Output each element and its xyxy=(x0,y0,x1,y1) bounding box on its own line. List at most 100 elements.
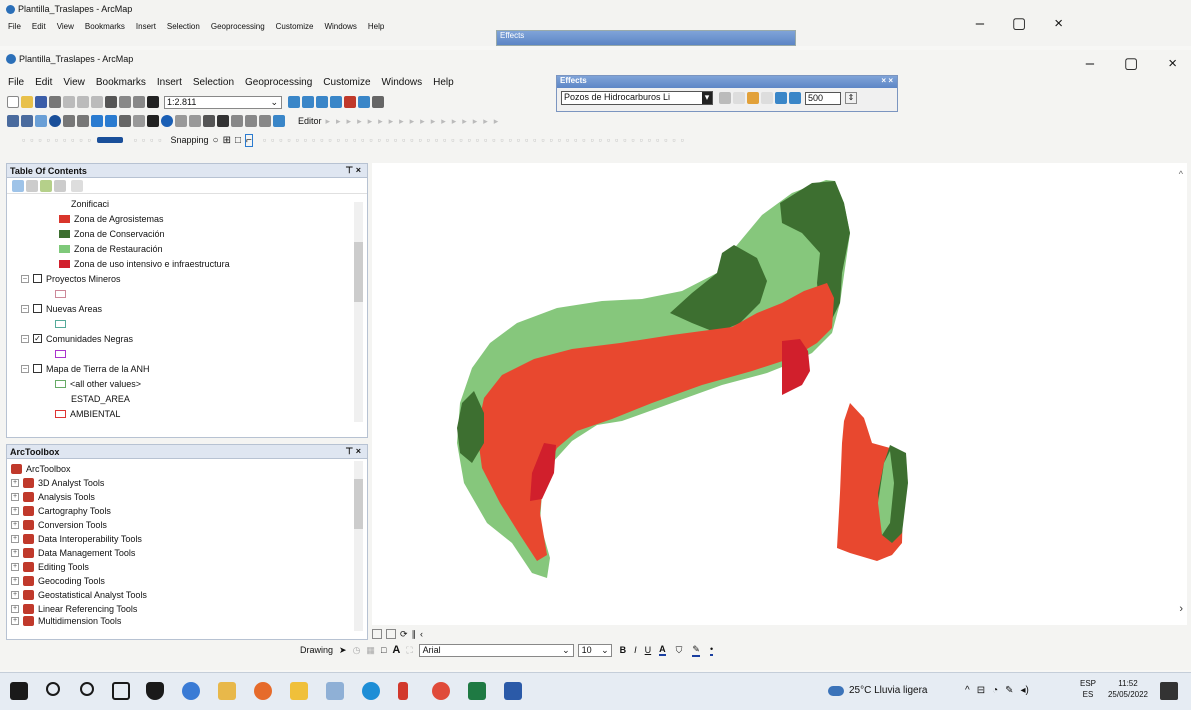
scroll-left-icon[interactable]: ‹ xyxy=(420,629,423,639)
zoom-to-selected-icon[interactable]: ▦ xyxy=(366,645,375,656)
back-menu-customize[interactable]: Customize xyxy=(276,22,314,31)
select-elements-icon[interactable] xyxy=(147,115,159,127)
collapse-icon[interactable]: – xyxy=(21,274,29,283)
tool-geostatistical[interactable]: + Geostatistical Analyst Tools xyxy=(11,588,367,602)
italic-button[interactable]: I xyxy=(634,645,637,655)
map-view[interactable]: ^ › xyxy=(372,163,1187,625)
cortana-icon[interactable] xyxy=(80,682,94,696)
add-data-icon[interactable] xyxy=(147,96,159,108)
open-icon[interactable] xyxy=(21,96,33,108)
new-icon[interactable] xyxy=(7,96,19,108)
minimize-button[interactable]: – xyxy=(1086,55,1094,72)
find-route-icon[interactable] xyxy=(231,115,243,127)
data-view-icon[interactable] xyxy=(372,629,382,639)
bold-button[interactable]: B xyxy=(620,645,627,655)
collapse-icon[interactable]: – xyxy=(21,334,29,343)
snap-vertex-icon[interactable]: □ xyxy=(235,135,241,146)
back-menu-insert[interactable]: Insert xyxy=(136,22,156,31)
layout-view-icon[interactable] xyxy=(386,629,396,639)
back-menu-file[interactable]: File xyxy=(8,22,21,31)
text-icon[interactable]: A xyxy=(392,644,400,656)
effects-layer-select[interactable]: Pozos de Hidrocarburos Li ▾ xyxy=(561,91,713,105)
tool-conversion[interactable]: + Conversion Tools xyxy=(11,518,367,532)
underline-button[interactable]: U xyxy=(645,645,652,655)
pin-close-icon[interactable]: ⊤ × xyxy=(345,165,361,176)
collapse-icon[interactable]: – xyxy=(21,304,29,313)
expand-icon[interactable]: + xyxy=(11,577,19,585)
font-size-select[interactable]: 10 ⌄ xyxy=(577,643,612,657)
tool-multidimension[interactable]: + Multidimension Tools xyxy=(11,616,367,626)
font-select[interactable]: Arial ⌄ xyxy=(418,643,574,657)
layer-proyectos-mineros[interactable]: – Proyectos Mineros xyxy=(21,271,367,286)
menu-view[interactable]: View xyxy=(63,77,85,88)
editor-menu[interactable]: Editor xyxy=(298,116,322,126)
scroll-thumb[interactable] xyxy=(354,479,363,529)
tool-linear-referencing[interactable]: + Linear Referencing Tools xyxy=(11,602,367,616)
find-icon[interactable] xyxy=(217,115,229,127)
edge-icon[interactable] xyxy=(362,682,380,700)
back-maximize-button[interactable]: ▢ xyxy=(1012,14,1026,32)
chevron-right-icon[interactable]: › xyxy=(1179,603,1183,615)
expand-icon[interactable]: + xyxy=(11,493,19,501)
search-window-icon[interactable] xyxy=(330,96,342,108)
tool-analysis[interactable]: + Analysis Tools xyxy=(11,490,367,504)
menu-windows[interactable]: Windows xyxy=(382,77,423,88)
chevron-up-icon[interactable]: ^ xyxy=(965,685,970,696)
hyperlink-icon[interactable] xyxy=(175,115,187,127)
back-extent-icon[interactable] xyxy=(91,115,103,127)
back-minimize-button[interactable]: – xyxy=(976,15,984,32)
tool-3d-analyst[interactable]: +3D Analyst Tools xyxy=(11,476,367,490)
back-menu-geoprocessing[interactable]: Geoprocessing xyxy=(211,22,265,31)
adjust-transparency-icon[interactable] xyxy=(719,92,731,104)
tool-data-management[interactable]: + Data Management Tools xyxy=(11,546,367,560)
expand-icon[interactable]: + xyxy=(11,563,19,571)
marker-color-icon[interactable]: • xyxy=(709,644,714,656)
flicker-icon[interactable] xyxy=(761,92,773,104)
python-icon[interactable] xyxy=(358,96,370,108)
flicker-rate-input[interactable]: 500 xyxy=(805,91,841,105)
word-icon[interactable] xyxy=(504,682,522,700)
clear-selection-icon[interactable] xyxy=(133,115,145,127)
toolbox-scrollbar[interactable] xyxy=(354,461,363,631)
tool-cartography[interactable]: + Cartography Tools xyxy=(11,504,367,518)
layer-checkbox[interactable] xyxy=(33,304,42,313)
layer-checkbox-checked[interactable]: ✓ xyxy=(33,334,42,343)
layer-comunidades-negras[interactable]: – ✓ Comunidades Negras xyxy=(21,331,367,346)
back-close-button[interactable]: × xyxy=(1054,15,1063,32)
clock[interactable]: 11:52 25/05/2022 xyxy=(1106,678,1150,700)
scale-combobox[interactable]: 1:2.811 ⌄ xyxy=(164,95,282,109)
expand-icon[interactable]: + xyxy=(11,617,19,625)
menu-bookmarks[interactable]: Bookmarks xyxy=(96,77,146,88)
table-icon[interactable] xyxy=(302,96,314,108)
expand-icon[interactable]: + xyxy=(11,535,19,543)
menu-edit[interactable]: Edit xyxy=(35,77,52,88)
layer-nuevas-areas[interactable]: – Nuevas Areas xyxy=(21,301,367,316)
brightness-icon[interactable] xyxy=(775,92,787,104)
expand-icon[interactable]: + xyxy=(11,549,19,557)
zoom-out-icon[interactable] xyxy=(21,115,33,127)
rotate-icon[interactable]: ◷ xyxy=(353,645,361,656)
fixed-zoom-out-icon[interactable] xyxy=(77,115,89,127)
print-icon[interactable] xyxy=(49,96,61,108)
snap-end-icon[interactable]: ⊞ xyxy=(223,135,231,146)
pdf-icon[interactable] xyxy=(398,682,408,700)
menu-geoprocessing[interactable]: Geoprocessing xyxy=(245,77,312,88)
menu-insert[interactable]: Insert xyxy=(157,77,182,88)
html-popup-icon[interactable] xyxy=(189,115,201,127)
scroll-thumb[interactable] xyxy=(354,242,363,302)
menu-help[interactable]: Help xyxy=(433,77,454,88)
options-icon[interactable] xyxy=(71,179,83,192)
close-icon[interactable]: × × xyxy=(881,76,893,88)
arcgis-icon[interactable] xyxy=(182,682,200,700)
windows-start-icon[interactable] xyxy=(10,682,28,700)
refresh-icon[interactable]: ⟳ xyxy=(400,629,408,640)
full-extent-icon[interactable] xyxy=(49,115,61,127)
time-slider-icon[interactable] xyxy=(259,115,271,127)
forward-extent-icon[interactable] xyxy=(105,115,117,127)
shield-icon[interactable] xyxy=(146,682,164,700)
language-indicator[interactable]: ESP ES xyxy=(1080,678,1096,700)
tool-geocoding[interactable]: + Geocoding Tools xyxy=(11,574,367,588)
tool-data-interoperability[interactable]: + Data Interoperability Tools xyxy=(11,532,367,546)
volume-icon[interactable]: ◂) xyxy=(1021,685,1029,696)
zoom-in-icon[interactable] xyxy=(7,115,19,127)
